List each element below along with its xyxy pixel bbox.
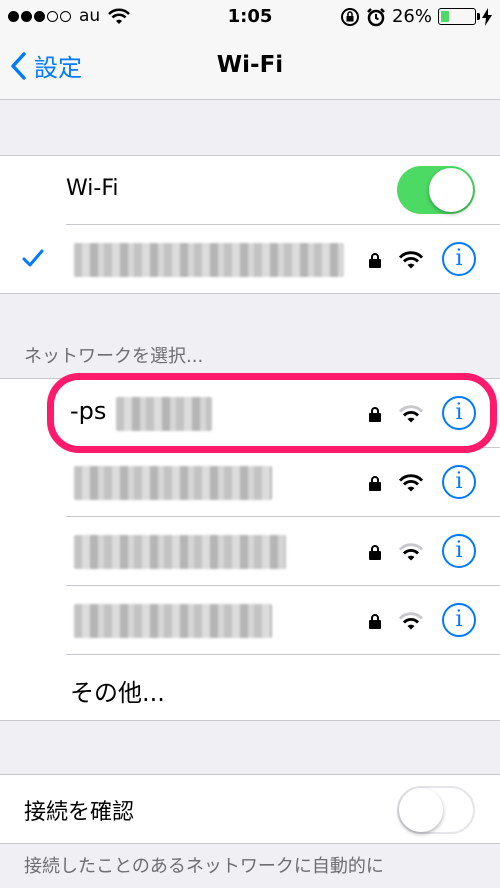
networks-group: -ps i i i i その他... <box>0 378 500 721</box>
ask-to-join-group: 接続を確認 <box>0 774 500 844</box>
network-name <box>74 243 344 277</box>
battery-fill <box>441 11 450 22</box>
status-bar: au 1:05 26% <box>0 0 500 36</box>
other-network-row[interactable]: その他... <box>0 655 500 724</box>
info-button[interactable]: i <box>442 396 476 430</box>
network-row[interactable]: i <box>0 448 500 517</box>
lock-icon <box>369 253 381 268</box>
wifi-toggle-label: Wi-Fi <box>66 176 119 201</box>
ask-to-join-row: 接続を確認 <box>0 775 500 844</box>
charging-icon <box>482 7 492 26</box>
battery-percent: 26% <box>391 6 432 27</box>
connected-network-row[interactable]: i <box>0 225 500 294</box>
wifi-signal-icon <box>399 405 423 423</box>
lock-icon <box>369 476 381 491</box>
footer-description: 接続したことのあるネットワークに自動的に <box>24 856 384 877</box>
status-right: 26% <box>340 6 492 27</box>
orientation-lock-icon <box>340 7 359 26</box>
alarm-icon <box>367 7 385 26</box>
navigation-bar: 設定 Wi-Fi <box>0 36 500 100</box>
wifi-signal-icon <box>399 474 423 492</box>
info-button[interactable]: i <box>442 603 476 637</box>
info-button[interactable]: i <box>442 242 476 276</box>
wifi-toggle-switch[interactable] <box>397 166 475 214</box>
battery-icon <box>438 8 480 25</box>
toggle-knob <box>399 788 443 832</box>
networks-section-header: ネットワークを選択... <box>24 346 204 367</box>
lock-icon <box>369 614 381 629</box>
checkmark-icon <box>22 249 44 267</box>
wifi-group: Wi-Fi i <box>0 155 500 294</box>
wifi-signal-icon <box>399 612 423 630</box>
battery-tip <box>477 13 480 20</box>
lock-icon <box>369 545 381 560</box>
network-row[interactable]: -ps i <box>0 379 500 448</box>
ask-to-join-switch[interactable] <box>397 786 475 834</box>
network-name <box>74 604 272 638</box>
lock-icon <box>369 407 381 422</box>
network-name: -ps <box>70 397 107 425</box>
wifi-signal-icon <box>399 251 423 269</box>
wifi-toggle-row: Wi-Fi <box>0 156 500 225</box>
info-button[interactable]: i <box>442 465 476 499</box>
other-network-label: その他... <box>70 679 165 707</box>
network-name <box>74 466 272 500</box>
network-row[interactable]: i <box>0 586 500 655</box>
network-row[interactable]: i <box>0 517 500 586</box>
ask-to-join-label: 接続を確認 <box>24 800 135 825</box>
network-name <box>74 535 286 569</box>
info-button[interactable]: i <box>442 534 476 568</box>
wifi-signal-icon <box>399 543 423 561</box>
toggle-knob <box>429 168 473 212</box>
page-title: Wi-Fi <box>216 52 284 78</box>
network-name-blur <box>116 397 212 431</box>
